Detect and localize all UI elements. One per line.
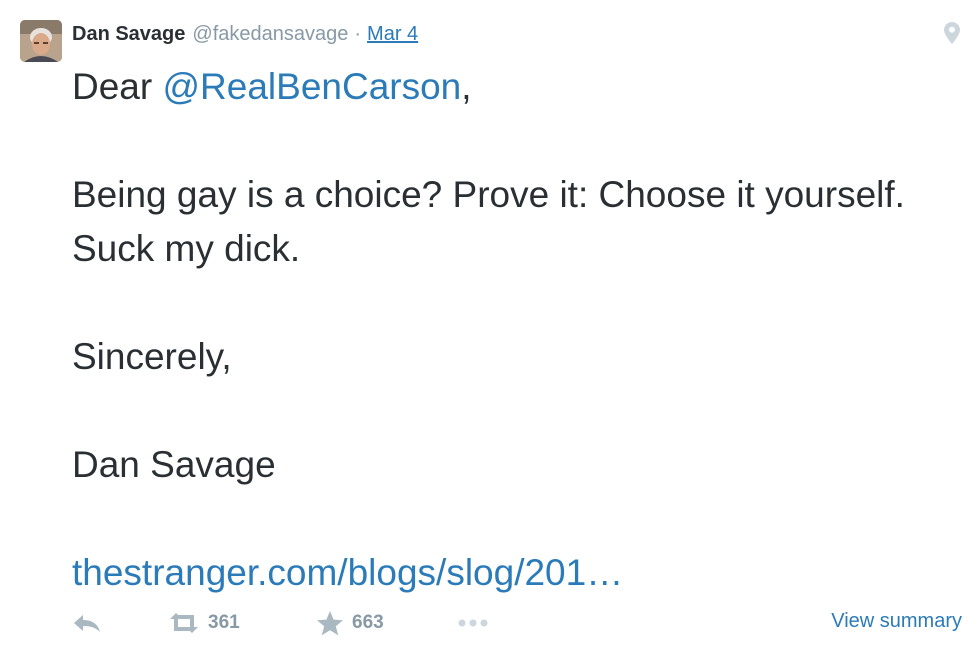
salutation-suffix: , [461,66,472,107]
view-summary-link[interactable]: View summary [831,606,962,636]
tweet-header: Dan Savage @fakedansavage · Mar 4 [72,20,418,48]
more-options-button[interactable] [456,606,490,640]
retweet-button[interactable]: 361 [168,606,240,640]
retweet-icon [170,613,198,633]
reply-icon [74,615,100,632]
tweet-date-link[interactable]: Mar 4 [367,23,418,46]
header-separator: · [354,22,362,45]
salutation-prefix: Dear [72,66,163,107]
more-dots-icon [458,619,488,627]
retweet-count: 361 [208,612,240,633]
tweet-actions: 361 663 View summary [72,606,962,640]
author-fullname[interactable]: Dan Savage [72,23,185,46]
mention-link[interactable]: @RealBenCarson [162,66,461,107]
article-link[interactable]: thestranger.com/blogs/slog/201… [72,546,952,600]
favorite-count: 663 [352,612,384,633]
salutation-line: Dear @RealBenCarson, [72,60,952,114]
tweet-text: Dear @RealBenCarson, Being gay is a choi… [72,60,952,600]
reply-button[interactable] [72,606,102,640]
author-username[interactable]: @fakedansavage [192,23,348,46]
tweet-card: Dan Savage @fakedansavage · Mar 4 Dear @… [0,0,980,657]
favorite-button[interactable]: 663 [316,606,384,640]
star-icon [317,611,343,636]
location-pin-icon[interactable] [944,22,960,44]
avatar-image [20,20,62,62]
closing-line: Sincerely, [72,336,232,377]
signature-line: Dan Savage [72,444,276,485]
body-paragraph: Being gay is a choice? Prove it: Choose … [72,174,905,269]
avatar[interactable] [20,20,62,62]
